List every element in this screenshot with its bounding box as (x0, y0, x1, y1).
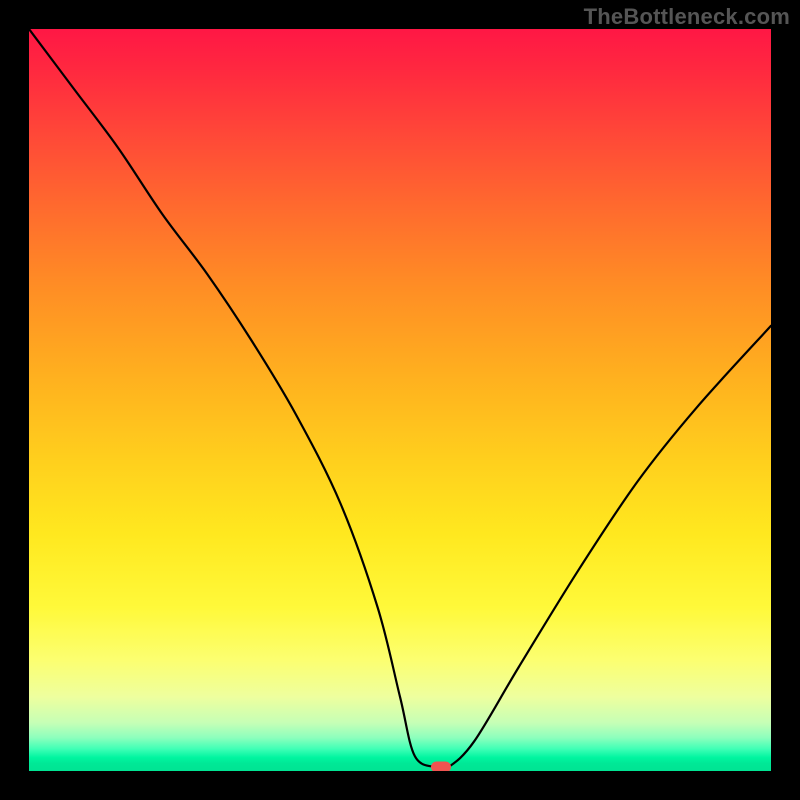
plot-area (29, 29, 771, 771)
attribution-label: TheBottleneck.com (584, 4, 790, 30)
bottleneck-curve (29, 29, 771, 771)
chart-frame: TheBottleneck.com (0, 0, 800, 800)
optimal-point-marker (431, 762, 451, 771)
